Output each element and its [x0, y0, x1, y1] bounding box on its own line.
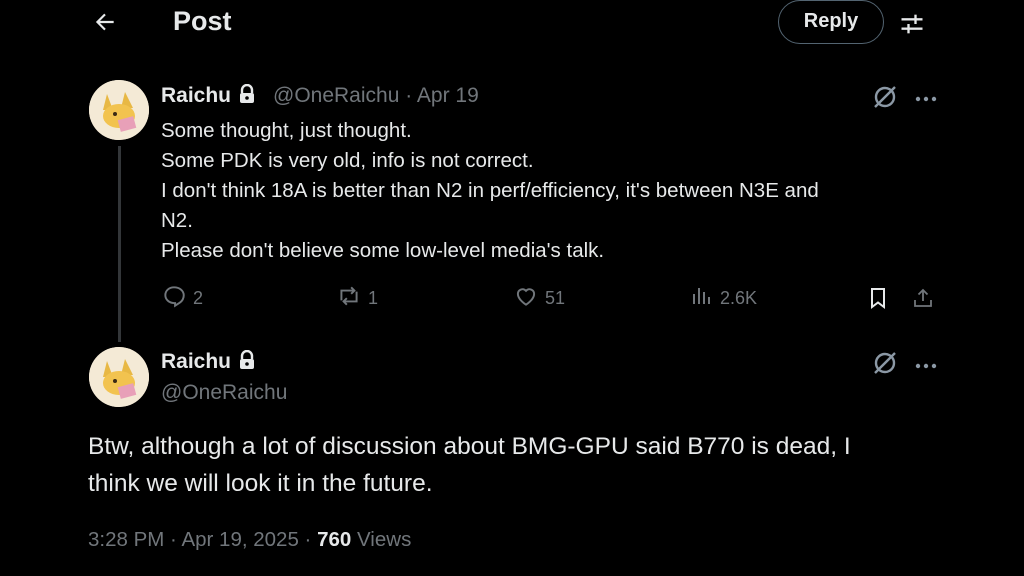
thread-connector-line — [118, 146, 121, 342]
post-timestamp-views: 3:28 PM · Apr 19, 2025 · 760 Views — [88, 528, 412, 551]
reply-button[interactable]: Reply — [778, 0, 884, 44]
lock-icon — [237, 83, 257, 110]
repost-action[interactable]: 1 — [336, 284, 378, 312]
avatar[interactable] — [89, 80, 149, 140]
views-icon — [690, 284, 720, 313]
author-name[interactable]: Raichu — [161, 83, 257, 110]
repost-icon — [336, 283, 368, 314]
like-action[interactable]: 51 — [513, 284, 565, 312]
reply-action[interactable]: 2 — [161, 284, 203, 312]
grok-icon[interactable] — [872, 84, 898, 110]
author-handle[interactable]: @OneRaichu — [161, 381, 287, 405]
bookmark-icon[interactable] — [866, 284, 896, 312]
avatar[interactable] — [89, 347, 149, 407]
back-arrow-icon[interactable] — [90, 9, 120, 39]
top-bar: Post Reply — [0, 0, 1024, 48]
views-action[interactable]: 2.6K — [690, 284, 757, 312]
author-handle-and-date: @OneRaichu · Apr 19 — [273, 84, 479, 107]
lock-icon — [237, 349, 257, 376]
parent-post-actions: 2 1 51 2.6K — [0, 284, 1024, 312]
share-icon[interactable] — [911, 284, 941, 312]
parent-post-text: Some thought, just thought. Some PDK is … — [161, 119, 819, 262]
page-title: Post — [173, 6, 232, 36]
like-icon — [513, 283, 545, 314]
main-post-text: Btw, although a lot of discussion about … — [88, 433, 851, 497]
author-name[interactable]: Raichu — [161, 349, 257, 376]
more-icon[interactable] — [914, 88, 938, 112]
grok-icon[interactable] — [872, 350, 898, 376]
settings-sliders-icon[interactable] — [898, 10, 926, 38]
reply-icon — [161, 283, 193, 314]
more-icon[interactable] — [914, 355, 938, 379]
